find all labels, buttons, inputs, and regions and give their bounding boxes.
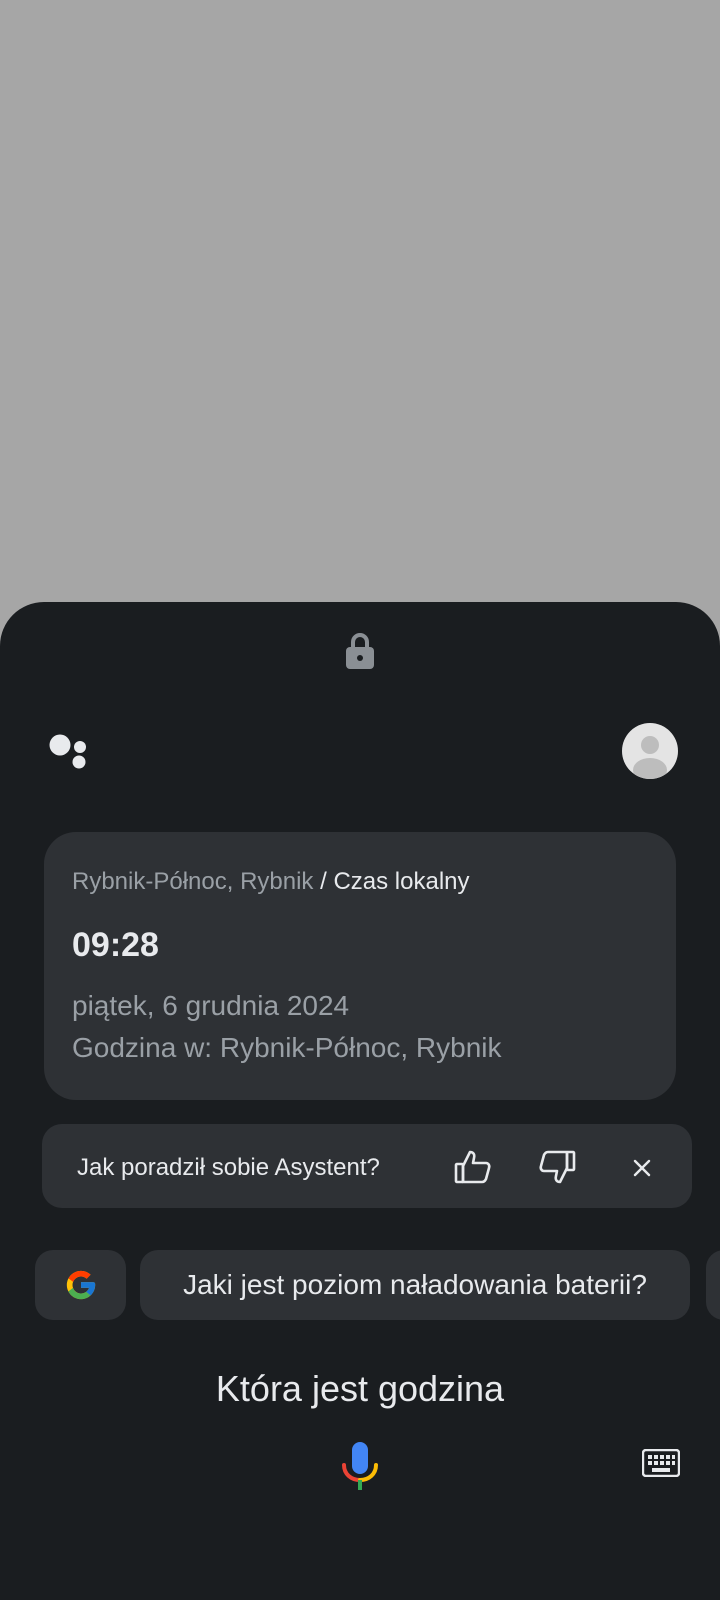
microphone-icon[interactable] [340,1442,380,1490]
lock-icon [346,633,374,669]
account-avatar[interactable] [622,723,678,779]
dismiss-feedback-button[interactable] [622,1148,662,1188]
card-location: Rybnik-Północ, Rybnik [72,868,314,895]
close-icon [633,1159,651,1177]
suggestion-chip-next[interactable] [706,1250,720,1320]
google-assistant-logo-icon [49,734,86,769]
card-header: Rybnik-Północ, Rybnik / Czas lokalny [72,868,470,896]
feedback-question: Jak poradził sobie Asystent? [77,1154,380,1181]
thumbs-up-button[interactable] [448,1142,498,1192]
keyboard-icon[interactable] [642,1449,680,1477]
suggestion-chip-label: Jaki jest poziom naładowania baterii? [183,1269,647,1300]
current-date: piątek, 6 grudnia 2024 [72,990,350,1021]
thumbs-down-icon [539,1150,576,1184]
timezone-label: Godzina w: Rybnik-Północ, Rybnik [72,1032,502,1063]
background-scrim[interactable] [0,0,720,602]
google-g-icon [66,1270,95,1300]
thumbs-down-button[interactable] [532,1142,582,1192]
suggestion-chip-battery[interactable]: Jaki jest poziom naładowania baterii? [140,1250,690,1320]
card-title: / Czas lokalny [320,868,470,895]
thumbs-up-icon [454,1150,491,1184]
current-time: 09:28 [72,926,159,964]
account-avatar-icon [633,736,667,779]
spoken-query: Która jest godzina [215,1368,505,1409]
google-search-chip[interactable] [35,1250,126,1320]
